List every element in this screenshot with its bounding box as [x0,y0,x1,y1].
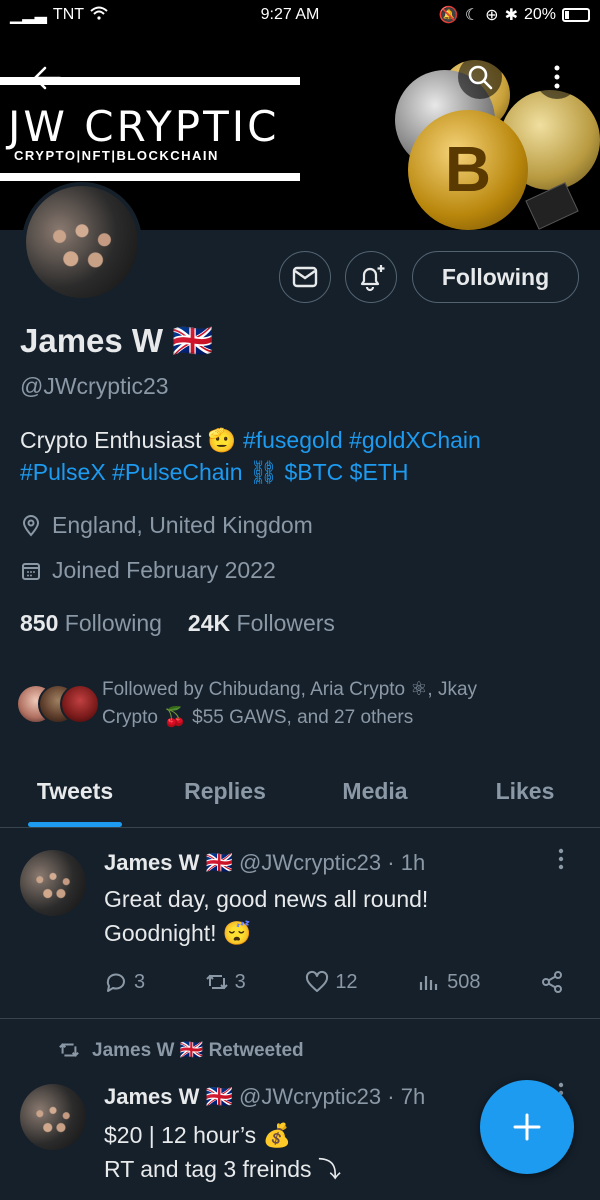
hashtag-link[interactable]: #PulseChain [112,459,242,485]
plus-icon [513,1113,541,1141]
tweet-header: James W 🇬🇧 @JWcryptic23 · 1h [104,850,425,876]
tweet-time: · 7h [387,1084,426,1109]
bluetooth-icon: ✱ [504,7,518,24]
wifi-icon [90,6,108,25]
battery-percent: 20% [523,6,556,23]
status-right: 🔕 ☾ ⊕ ✱ 20% [370,5,590,25]
banner-coin-bitcoin: B [408,110,528,230]
bitcoin-symbol: B [444,133,492,205]
analytics-icon [419,976,438,990]
like-button[interactable]: 12 [305,970,358,994]
cashtag-link[interactable]: $BTC [284,459,343,485]
following-count-link[interactable]: 850 Following [20,610,162,637]
avatar [60,684,100,724]
tweet-handle: @JWcryptic23 [239,850,382,875]
profile-handle: @JWcryptic23 [20,373,169,399]
reply-button[interactable]: 3 [104,970,145,994]
status-bar: ▁▂▃ TNT 9:27 AM 🔕 ☾ ⊕ ✱ 20% [0,0,600,30]
signal-icon: ▁▂▃ [10,7,47,24]
followers-count-link[interactable]: 24K Followers [188,610,335,637]
notifications-button[interactable] [345,251,397,303]
retweeted-by-text: James W 🇬🇧 Retweeted [92,1040,304,1061]
tweet-more-button[interactable] [558,848,564,876]
banner-sd-card [525,182,579,230]
profile-tabs: Tweets Replies Media Likes [0,762,600,828]
chain-emoji: ⛓ [248,459,279,485]
share-icon [542,971,562,993]
message-button[interactable] [279,251,331,303]
back-button[interactable] [25,56,69,100]
tab-media[interactable]: Media [300,762,450,827]
more-vertical-icon [558,848,564,870]
tweet-time: · 1h [387,850,426,875]
hashtag-link[interactable]: #PulseX [20,459,106,485]
status-time: 9:27 AM [260,6,320,23]
joined-text: Joined February 2022 [52,557,276,583]
tweet[interactable]: James W 🇬🇧 @JWcryptic23 · 1h Great day, … [0,828,600,1018]
more-vertical-icon [554,65,560,89]
tweet-author: James W 🇬🇧 [104,1084,233,1109]
retweet-indicator: James W 🇬🇧 Retweeted [58,1038,304,1062]
views-button[interactable]: 508 [417,970,480,994]
location-pin-icon [22,514,40,537]
location-text: England, United Kingdom [52,512,313,538]
hashtag-link[interactable]: #fusegold [243,427,343,453]
joined-row: Joined February 2022 [20,557,276,584]
follower-avatars [16,684,102,728]
more-options-button[interactable] [535,55,579,99]
view-count: 508 [447,970,481,993]
banner-stripe-bottom [0,173,300,181]
tweet-header: James W 🇬🇧 @JWcryptic23 · 7h [104,1084,425,1110]
retweet-button[interactable]: 3 [205,970,246,994]
profile-name: James W 🇬🇧 [20,322,214,359]
calendar-icon [22,562,40,580]
retweet-count: 3 [234,970,246,993]
status-left: ▁▂▃ TNT [10,5,210,25]
carrier-label: TNT [52,6,85,23]
tweet-actions: 3 3 12 508 [104,970,564,994]
profile-bio: Crypto Enthusiast 🫡 #fusegold #goldXChai… [20,424,580,488]
tab-replies[interactable]: Replies [150,762,300,827]
reply-count: 3 [134,970,146,993]
bio-text: Crypto Enthusiast 🫡 [20,427,243,453]
retweet-icon [59,1043,79,1057]
battery-fill [565,11,569,19]
tab-likes[interactable]: Likes [450,762,600,827]
banner-subtitle: CRYPTO|NFT|BLOCKCHAIN [14,148,219,163]
tweet-text-line: Goodnight! 😴 [104,920,252,946]
battery-icon [562,8,590,22]
mute-icon: 🔕 [438,7,459,24]
search-button[interactable] [458,55,502,99]
followed-by-text: Followed by Chibudang, Aria Crypto ⚛, Jk… [102,679,478,728]
mail-icon [292,266,318,288]
moon-icon: ☾ [464,7,480,24]
like-count: 12 [335,970,358,993]
follow-counts: 850 Following 24K Followers [20,610,335,637]
bell-plus-icon [360,265,385,292]
location-row: England, United Kingdom [20,512,313,539]
lock-rotation-icon: ⊕ [485,7,499,24]
heart-icon [306,970,329,992]
tweet-avatar[interactable] [20,1084,86,1150]
tweet-avatar[interactable] [20,850,86,916]
divider [0,1018,600,1019]
profile-avatar[interactable] [22,182,142,302]
tweet-text-line: Great day, good news all round! [104,886,429,912]
search-icon [468,65,493,90]
tab-tweets[interactable]: Tweets [0,762,150,827]
tweet-text: Great day, good news all round! Goodnigh… [104,882,564,950]
tweet-author: James W 🇬🇧 [104,850,233,875]
reply-icon [106,973,125,992]
arrow-left-icon [33,66,62,90]
avatar-photo [26,186,138,298]
banner-title: JW CRYPTIC [8,102,280,151]
compose-tweet-button[interactable] [480,1080,574,1174]
share-button[interactable] [540,970,564,994]
retweet-icon [205,974,228,990]
following-button[interactable]: Following [412,251,579,303]
tweet-handle: @JWcryptic23 [239,1084,382,1109]
followed-by-row[interactable]: Followed by Chibudang, Aria Crypto ⚛, Jk… [16,676,482,732]
cashtag-link[interactable]: $ETH [350,459,409,485]
hashtag-link[interactable]: #goldXChain [349,427,481,453]
